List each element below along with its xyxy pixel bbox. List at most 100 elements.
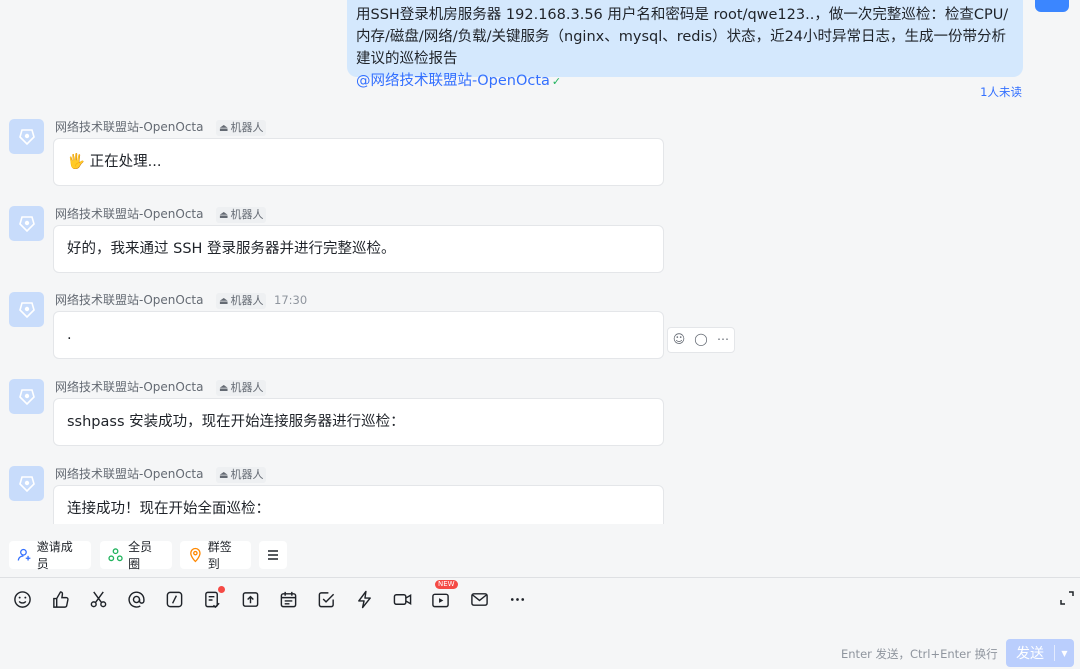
robot-badge-label: 机器人	[230, 208, 264, 221]
video-icon	[393, 593, 411, 605]
bot-avatar[interactable]	[9, 379, 44, 414]
group-checkin-label: 群签到	[207, 540, 232, 571]
command-button[interactable]	[163, 588, 185, 610]
message-actions: ☺ ◯ ⋯	[667, 327, 735, 353]
add-reaction-icon[interactable]: ☺	[668, 328, 690, 350]
mention-link[interactable]: @网络技术联盟站-OpenOcta	[356, 73, 550, 89]
screenshot-button[interactable]	[87, 588, 109, 610]
video-call-button[interactable]	[391, 588, 413, 610]
robot-badge-label: 机器人	[230, 121, 264, 134]
approval-button[interactable]	[315, 588, 337, 610]
bot-logo-icon	[18, 475, 35, 492]
bot-logo-icon	[18, 388, 35, 405]
input-hint: Enter 发送，Ctrl+Enter 换行	[841, 647, 998, 661]
bot-logo-icon	[18, 301, 35, 318]
robot-badge-label: 机器人	[230, 468, 264, 481]
robot-icon: ⏏	[219, 210, 229, 221]
bot-avatar[interactable]	[9, 292, 44, 327]
email-button[interactable]	[468, 588, 490, 610]
group-checkin-button[interactable]: 群签到	[180, 540, 251, 571]
self-avatar[interactable]	[1035, 0, 1069, 12]
robot-icon: ⏏	[219, 123, 229, 134]
thumbs-up-icon	[52, 590, 69, 608]
emoji-button[interactable]	[11, 588, 33, 610]
send-options-icon[interactable]: ▼	[1055, 649, 1074, 658]
self-message-text: 用SSH登录机房服务器 192.168.3.56 用户名和密码是 root/qw…	[356, 7, 1009, 67]
robot-icon: ⏏	[219, 383, 229, 394]
robot-badge: ⏏ 机器人	[216, 207, 267, 223]
sender-name[interactable]: 网络技术联盟站-OpenOcta	[55, 292, 203, 308]
checkbox-icon	[318, 591, 334, 607]
sender-name[interactable]: 网络技术联盟站-OpenOcta	[55, 119, 203, 135]
more-icon[interactable]: ⋯	[712, 328, 734, 350]
location-pin-icon	[190, 547, 201, 563]
bot-avatar[interactable]	[9, 206, 44, 241]
bot-logo-icon	[18, 215, 35, 232]
live-button[interactable]: NEW	[429, 580, 458, 610]
bot-message: 网络技术联盟站-OpenOcta ⏏ 机器人 🖐 正在处理...	[0, 119, 700, 199]
group-circle-icon	[108, 548, 123, 562]
sender-name[interactable]: 网络技术联盟站-OpenOcta	[55, 466, 203, 482]
all-members-button[interactable]: 全员圈	[100, 540, 172, 571]
upload-file-button[interactable]	[239, 588, 261, 610]
message-bubble[interactable]: sshpass 安装成功，现在开始连接服务器进行巡检：	[53, 398, 664, 446]
robot-badge: ⏏ 机器人	[216, 380, 267, 396]
send-button[interactable]: 发送 ▼	[1006, 639, 1074, 667]
robot-badge-label: 机器人	[230, 381, 264, 394]
bot-logo-icon	[18, 128, 35, 145]
more-tools-button[interactable]	[506, 588, 528, 610]
send-label: 发送	[1016, 646, 1044, 662]
menu-icon	[268, 550, 278, 560]
all-members-label: 全员圈	[128, 540, 153, 571]
robot-icon: ⏏	[219, 296, 229, 307]
upload-icon	[242, 591, 258, 607]
scissors-icon	[90, 590, 106, 607]
bot-message: 网络技术联盟站-OpenOcta ⏏ 机器人 好的，我来通过 SSH 登录服务器并…	[0, 206, 700, 286]
message-bubble[interactable]: 🖐 正在处理...	[53, 138, 664, 186]
chat-area: 用SSH登录机房服务器 192.168.3.56 用户名和密码是 root/qw…	[0, 0, 1080, 524]
quick-reply-button[interactable]	[353, 588, 375, 610]
robot-badge: ⏏ 机器人	[216, 467, 267, 483]
bot-message: 网络技术联盟站-OpenOcta ⏏ 机器人 sshpass 安装成功，现在开始连…	[0, 379, 700, 459]
slash-command-icon	[166, 591, 182, 607]
thumbs-up-button[interactable]	[49, 588, 71, 610]
input-divider	[0, 577, 1080, 578]
message-bubble[interactable]: 连接成功！现在开始全面巡检：	[53, 485, 664, 524]
live-tv-icon	[431, 593, 449, 607]
more-horizontal-icon	[510, 597, 524, 601]
input-toolbar: NEW	[0, 580, 1080, 612]
sent-check-icon: ✓	[551, 75, 562, 88]
notification-dot	[218, 586, 225, 593]
mention-button[interactable]	[125, 588, 147, 610]
bot-avatar[interactable]	[9, 119, 44, 154]
robot-badge: ⏏ 机器人	[216, 293, 267, 309]
quick-actions-bar: 邀请成员 全员圈 群签到	[0, 538, 1080, 571]
expand-editor-icon[interactable]	[1058, 589, 1076, 607]
sender-name[interactable]: 网络技术联盟站-OpenOcta	[55, 379, 203, 395]
message-bubble[interactable]: 好的，我来通过 SSH 登录服务器并进行完整巡检。	[53, 225, 664, 273]
calendar-button[interactable]	[277, 588, 299, 610]
bot-message: 网络技术联盟站-OpenOcta ⏏ 机器人 连接成功！现在开始全面巡检：	[0, 466, 700, 524]
more-actions-button[interactable]	[259, 541, 287, 569]
lightning-icon	[357, 590, 371, 608]
mail-icon	[470, 592, 488, 606]
message-time: 17:30	[274, 293, 308, 307]
invite-members-label: 邀请成员	[36, 540, 73, 571]
invite-members-button[interactable]: 邀请成员	[9, 540, 91, 571]
message-bubble[interactable]: .	[53, 311, 664, 359]
new-badge: NEW	[435, 580, 458, 589]
robot-icon: ⏏	[219, 470, 229, 481]
self-message-bubble[interactable]: 用SSH登录机房服务器 192.168.3.56 用户名和密码是 root/qw…	[347, 0, 1023, 89]
read-status[interactable]: 1人未读	[980, 84, 1022, 100]
bot-message: 网络技术联盟站-OpenOcta ⏏ 机器人 17:30 . ☺ ◯ ⋯	[0, 292, 735, 372]
robot-badge: ⏏ 机器人	[216, 120, 267, 136]
robot-badge-label: 机器人	[230, 294, 264, 307]
add-user-icon	[17, 548, 31, 561]
reply-icon[interactable]: ◯	[690, 328, 712, 350]
bot-avatar[interactable]	[9, 466, 44, 501]
emoji-icon	[13, 590, 31, 608]
calendar-icon	[280, 591, 296, 607]
task-button[interactable]	[201, 586, 225, 610]
sender-name[interactable]: 网络技术联盟站-OpenOcta	[55, 206, 203, 222]
at-icon	[127, 591, 145, 608]
